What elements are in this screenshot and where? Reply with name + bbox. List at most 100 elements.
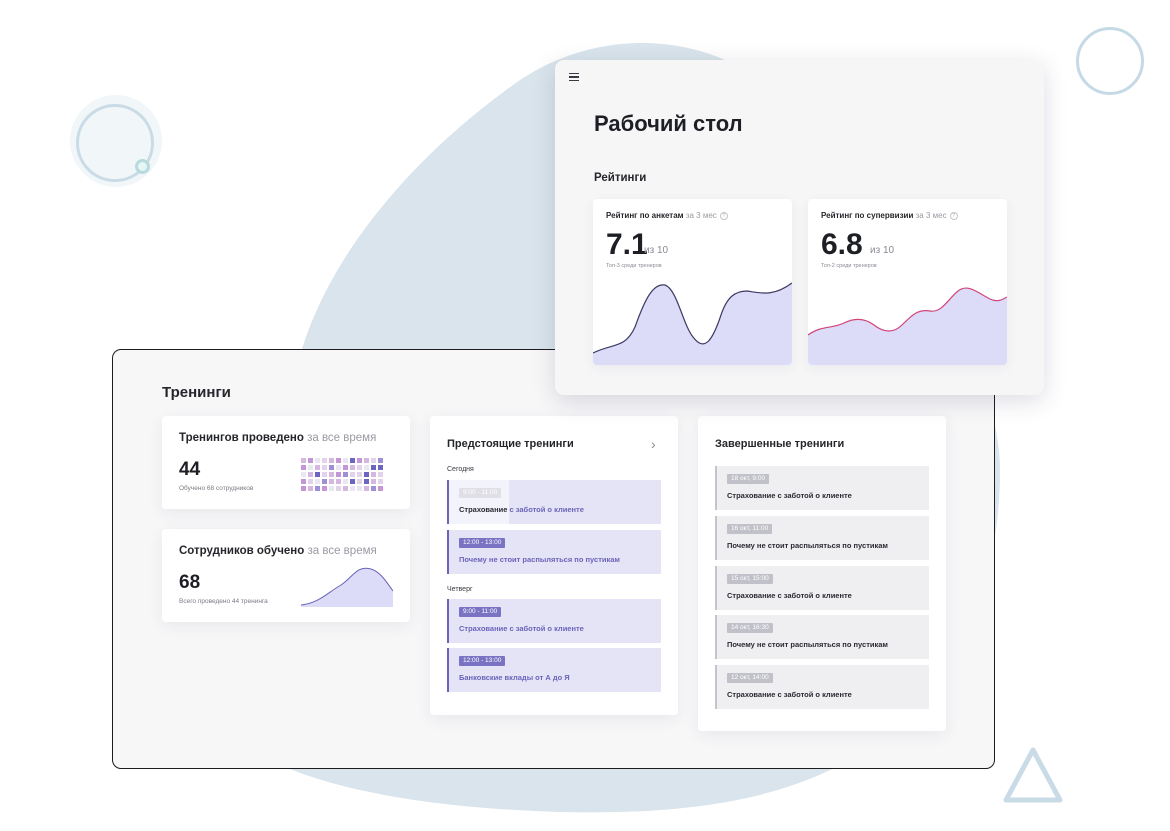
heatmap-cell <box>343 465 348 470</box>
heatmap-cell <box>301 472 306 477</box>
completed-trainings-title: Завершенные тренинги <box>715 438 845 450</box>
rating-title: Рейтинг по анкетам за 3 мес? <box>606 211 728 220</box>
employees-trained-card[interactable]: Сотрудников обучено за все время 68 Всег… <box>162 529 410 622</box>
heatmap-cell <box>329 486 334 491</box>
heatmap-cell <box>336 472 341 477</box>
card-title: Сотрудников обучено за все время <box>179 545 377 557</box>
ring-dot-decoration <box>135 159 150 174</box>
heatmap-cell <box>336 465 341 470</box>
heatmap-cell <box>329 465 334 470</box>
upcoming-trainings-title: Предстоящие тренинги <box>447 438 574 450</box>
training-time: 9:00 - 11:00 <box>459 488 502 498</box>
training-time: 9:00 - 11:00 <box>459 607 502 617</box>
heatmap-cell <box>322 479 327 484</box>
help-icon[interactable]: ? <box>949 212 958 220</box>
heatmap-cell <box>364 458 369 463</box>
rating-period: за 3 мес <box>915 211 947 220</box>
training-date: 12 окт, 14:00 <box>727 673 773 683</box>
upcoming-training-item[interactable]: 9:00 - 11:00 Страхование с заботой о кли… <box>447 480 661 524</box>
rating-title-text: Рейтинг по супервизии <box>821 211 914 220</box>
training-date: 16 окт, 11:00 <box>727 524 773 534</box>
training-date: 18 окт, 9:00 <box>727 474 770 484</box>
training-time: 12:00 - 13:00 <box>459 656 506 666</box>
trained-area-chart <box>301 567 393 607</box>
trainings-window: Тренинги Тренингов проведено за все врем… <box>112 349 995 769</box>
heatmap-cell <box>308 472 313 477</box>
employees-trained-note: Всего проведено 44 тренинга <box>179 598 268 605</box>
heatmap-cell <box>364 472 369 477</box>
heatmap-cell <box>378 479 383 484</box>
heatmap-cell <box>371 479 376 484</box>
heatmap-cell <box>371 486 376 491</box>
heatmap-cell <box>322 486 327 491</box>
completed-training-item[interactable]: 14 окт, 16:30 Почему не стоит распылятьс… <box>715 615 929 659</box>
heatmap-cell <box>364 479 369 484</box>
heatmap-cell <box>364 465 369 470</box>
help-icon[interactable]: ? <box>719 212 728 220</box>
page-title: Рабочий стол <box>594 111 743 136</box>
heatmap-cell <box>357 458 362 463</box>
heatmap-cell <box>336 458 341 463</box>
training-name: Почему не стоит распыляться по пустикам <box>727 640 888 649</box>
completed-training-item[interactable]: 12 окт, 14:00 Страхование с заботой о кл… <box>715 665 929 709</box>
heatmap-cell <box>350 486 355 491</box>
heatmap-cell <box>308 458 313 463</box>
completed-training-item[interactable]: 16 окт, 11:00 Почему не стоит распылятьс… <box>715 516 929 560</box>
heatmap-cell <box>336 479 341 484</box>
heatmap-cell <box>378 458 383 463</box>
training-name: Страхование с заботой о клиенте <box>727 690 852 699</box>
rating-scale: из 10 <box>644 245 669 256</box>
trainings-held-note: Обучено 68 сотрудников <box>179 485 254 492</box>
heatmap-cell <box>322 458 327 463</box>
chevron-right-icon[interactable]: › <box>651 436 656 452</box>
employees-trained-count: 68 <box>179 572 201 593</box>
heatmap-cell <box>301 458 306 463</box>
upcoming-training-item[interactable]: 9:00 - 11:00 Страхование с заботой о кли… <box>447 599 661 643</box>
rating-scale: из 10 <box>870 245 895 256</box>
heatmap-cell <box>315 458 320 463</box>
rating-period: за 3 мес <box>685 211 717 220</box>
heatmap-cell <box>350 472 355 477</box>
rating-area-chart <box>808 287 1007 365</box>
card-period: за все время <box>307 545 377 557</box>
heatmap-cell <box>364 486 369 491</box>
heatmap-cell <box>336 486 341 491</box>
heatmap-cell <box>378 465 383 470</box>
heatmap-cell <box>357 479 362 484</box>
training-name: Страхование с заботой о клиенте <box>727 491 852 500</box>
heatmap-cell <box>301 486 306 491</box>
trainings-held-count: 44 <box>179 459 201 480</box>
training-name: Банковские вклады от А до Я <box>459 673 570 682</box>
rating-area-chart <box>593 282 792 365</box>
training-name: Страхование с заботой о клиенте <box>459 624 584 633</box>
completed-training-item[interactable]: 15 окт, 15:00 Страхование с заботой о кл… <box>715 566 929 610</box>
upcoming-trainings-card: Предстоящие тренинги › Сегодня 9:00 - 11… <box>430 416 678 715</box>
heatmap-cell <box>329 479 334 484</box>
questionnaire-rating-card[interactable]: Рейтинг по анкетам за 3 мес? 7.1 из 10 Т… <box>593 199 792 365</box>
card-title-text: Сотрудников обучено <box>179 545 305 557</box>
day-label: Четверг <box>447 586 473 593</box>
supervision-rating-card[interactable]: Рейтинг по супервизии за 3 мес? 6.8 из 1… <box>808 199 1007 365</box>
upcoming-training-item[interactable]: 12:00 - 13:00 Банковские вклады от А до … <box>447 648 661 692</box>
heatmap-cell <box>357 465 362 470</box>
training-name: Страхование с заботой о клиенте <box>459 505 584 514</box>
heatmap-cell <box>343 486 348 491</box>
heatmap-cell <box>308 479 313 484</box>
heatmap-cell <box>357 472 362 477</box>
heatmap-cell <box>301 479 306 484</box>
upcoming-training-item[interactable]: 12:00 - 13:00 Почему не стоит распылятьс… <box>447 530 661 574</box>
training-date: 15 окт, 15:00 <box>727 574 773 584</box>
training-name: Почему не стоит распыляться по пустикам <box>727 541 888 550</box>
training-name: Почему не стоит распыляться по пустикам <box>459 555 620 564</box>
day-label: Сегодня <box>447 466 474 473</box>
heatmap-cell <box>371 465 376 470</box>
card-title-text: Тренингов проведено <box>179 432 304 444</box>
heatmap-cell <box>322 465 327 470</box>
completed-training-item[interactable]: 18 окт, 9:00 Страхование с заботой о кли… <box>715 466 929 510</box>
trainings-held-card[interactable]: Тренингов проведено за все время 44 Обуч… <box>162 416 410 509</box>
heatmap-cell <box>315 465 320 470</box>
training-name-start: Страхование <box>459 505 510 514</box>
heatmap-cell <box>308 486 313 491</box>
heatmap-cell <box>301 465 306 470</box>
menu-icon[interactable] <box>569 73 579 81</box>
